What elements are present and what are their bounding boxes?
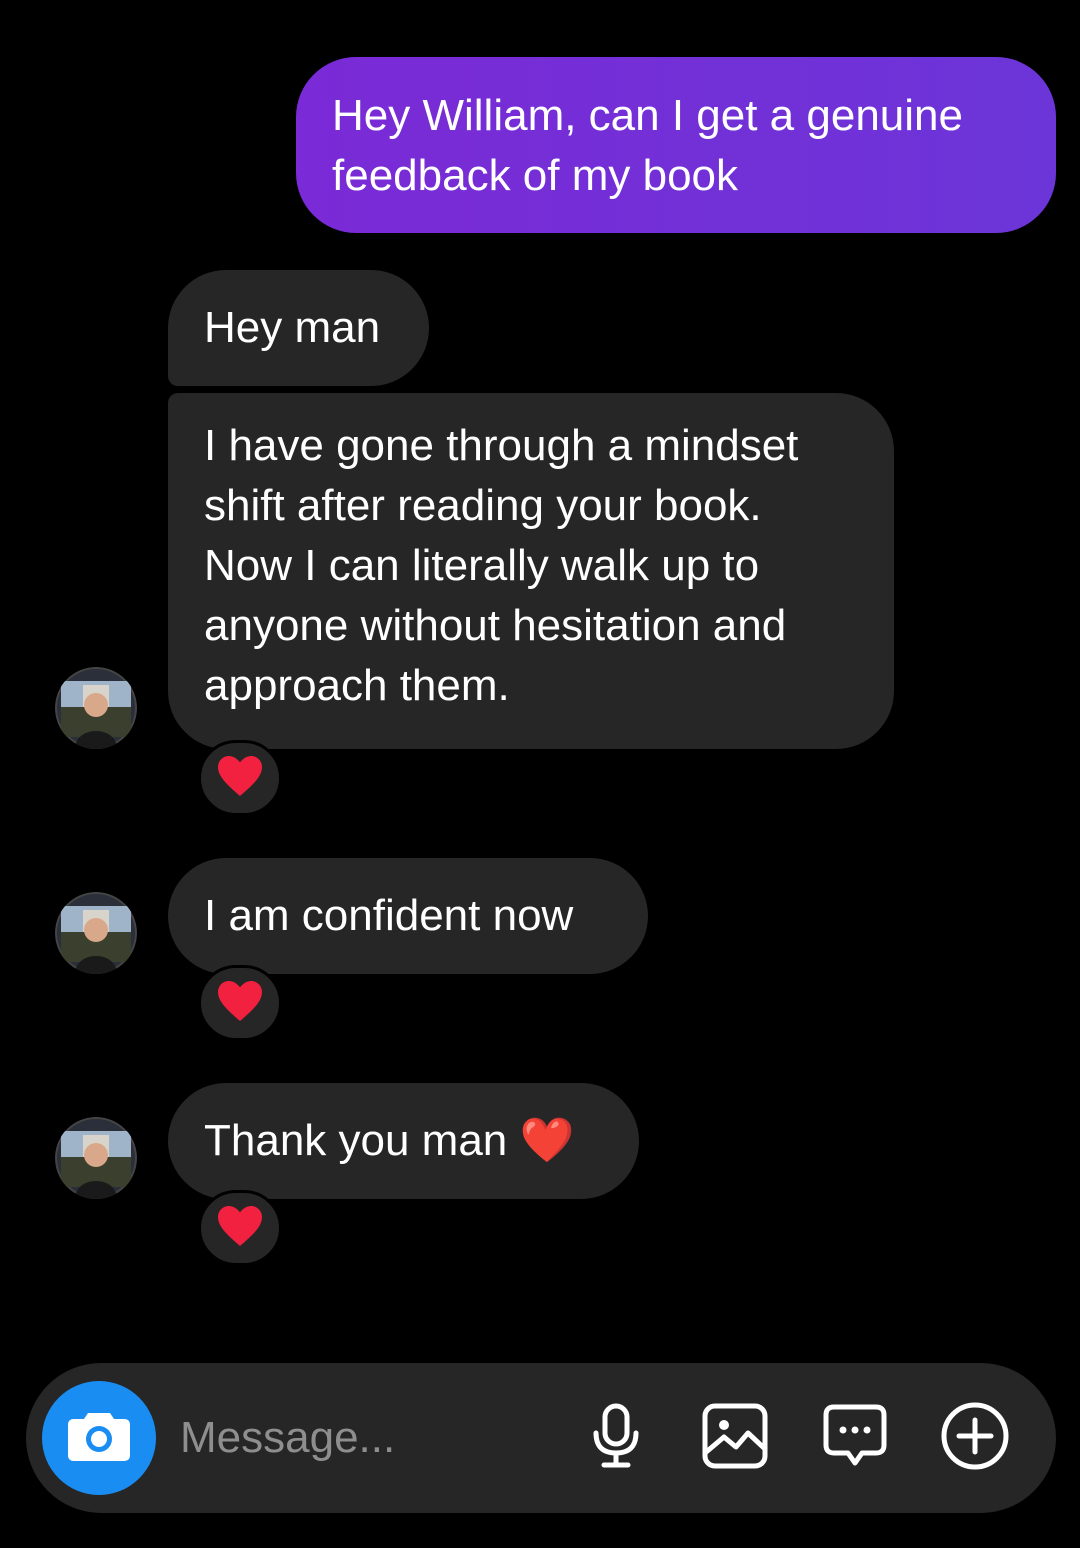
message-composer (26, 1363, 1056, 1513)
more-options-button[interactable] (940, 1402, 1010, 1475)
incoming-message[interactable]: Thank you man ❤️ (168, 1083, 639, 1199)
avatar[interactable] (55, 1117, 137, 1199)
microphone-icon (588, 1403, 644, 1474)
voice-message-button[interactable] (581, 1403, 651, 1473)
heart-icon (216, 979, 264, 1028)
incoming-message[interactable]: I have gone through a mindset shift afte… (168, 393, 894, 749)
sticker-icon (822, 1403, 888, 1474)
incoming-message[interactable]: Hey man (168, 270, 429, 386)
gallery-icon (702, 1403, 768, 1474)
camera-button[interactable] (42, 1381, 156, 1495)
outgoing-message[interactable]: Hey William, can I get a genuine feedbac… (296, 57, 1056, 233)
camera-icon (66, 1409, 132, 1468)
plus-icon (941, 1402, 1009, 1475)
sticker-button[interactable] (820, 1403, 890, 1473)
incoming-message[interactable]: I am confident now (168, 858, 648, 974)
message-input[interactable] (180, 1403, 560, 1473)
reaction-heart[interactable] (198, 740, 282, 816)
avatar[interactable] (55, 667, 137, 749)
heart-icon (216, 754, 264, 803)
reaction-heart[interactable] (198, 965, 282, 1041)
gallery-button[interactable] (700, 1403, 770, 1473)
avatar[interactable] (55, 892, 137, 974)
heart-icon (216, 1204, 264, 1253)
reaction-heart[interactable] (198, 1190, 282, 1266)
